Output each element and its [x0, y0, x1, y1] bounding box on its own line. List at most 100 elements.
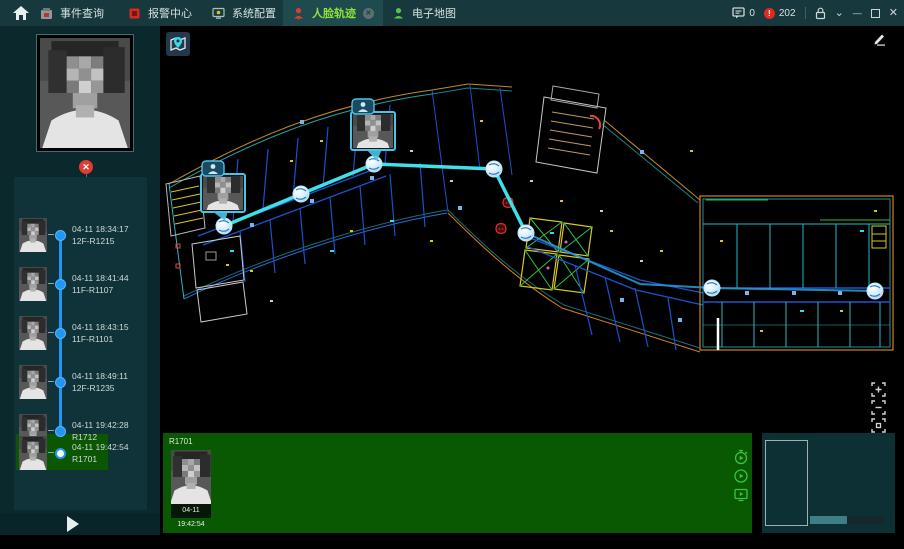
- connector: [48, 332, 54, 333]
- map-zoom-out-button[interactable]: [871, 400, 886, 415]
- system-config-icon: [212, 7, 225, 20]
- timeline-entry[interactable]: 04-11 18:43:15 11F-R1101: [14, 316, 147, 356]
- tab-label: 系统配置: [232, 5, 276, 21]
- room-label: R1701: [169, 437, 193, 446]
- application-window: 事件查询 报警中心 系统配置 人脸轨迹 ✕: [0, 0, 904, 549]
- topbar-status-cluster: 0 ! 202 ⌄ — ✕: [732, 0, 898, 26]
- map-node[interactable]: [867, 283, 883, 299]
- track-trajectory: [224, 164, 875, 291]
- alert-count: 202: [779, 8, 796, 19]
- map-node[interactable]: [366, 156, 382, 172]
- capture-time: 04-11 19:42:28: [72, 419, 129, 431]
- timeline-node-icon: [55, 328, 66, 339]
- map-pin-icon: [169, 35, 187, 53]
- playback-bar: [0, 513, 160, 535]
- tab-face-track[interactable]: 人脸轨迹 ✕: [283, 0, 383, 26]
- view-on-monitor-icon[interactable]: [733, 487, 749, 503]
- timeline-node-icon: [55, 448, 66, 459]
- close-button[interactable]: ✕: [889, 0, 898, 26]
- face-thumbnail: [19, 316, 47, 350]
- capture-location: 12F-R1235: [72, 382, 128, 394]
- message-icon: [732, 7, 745, 19]
- tab-system-config[interactable]: 系统配置: [212, 0, 276, 26]
- face-capture-popup[interactable]: [351, 99, 395, 161]
- target-portrait: [36, 34, 134, 152]
- face-thumbnail: [19, 218, 47, 252]
- edit-map-icon[interactable]: [872, 32, 886, 46]
- capture-location: 11F-R1107: [72, 284, 129, 296]
- track-sidebar: ✕ 04-11 18:34:17 12F-R1215 04-11 18:41:4…: [0, 26, 160, 535]
- divider: [805, 7, 806, 19]
- message-counter[interactable]: 0: [732, 7, 755, 19]
- connector: [48, 381, 54, 382]
- target-portrait-image: [40, 38, 130, 148]
- tab-close-icon[interactable]: ✕: [363, 8, 374, 19]
- replay-icon[interactable]: [733, 468, 749, 484]
- electronic-map-icon: [392, 7, 405, 20]
- timeline-entry-selected[interactable]: 04-11 19:42:54 R1701: [14, 436, 147, 476]
- tab-label: 电子地图: [412, 5, 456, 21]
- face-capture-popup[interactable]: [201, 161, 245, 221]
- timeline-entry[interactable]: 04-11 18:41:44 11F-R1107: [14, 267, 147, 307]
- chevron-down-icon[interactable]: ⌄: [835, 0, 844, 26]
- capture-detail-panel: R1701 04-11 19:42:54: [163, 433, 752, 533]
- maximize-button[interactable]: [871, 9, 880, 18]
- map-layers-button[interactable]: [166, 32, 190, 56]
- tab-label: 报警中心: [148, 5, 192, 21]
- capture-time: 04-11 18:41:44: [72, 272, 129, 284]
- preview-panel: [762, 433, 895, 533]
- preview-placeholder: [765, 440, 808, 526]
- tab-alarm-center[interactable]: 报警中心: [128, 0, 192, 26]
- lock-icon[interactable]: [815, 7, 826, 20]
- tab-label: 事件查询: [60, 5, 104, 21]
- event-query-icon: [40, 7, 53, 20]
- capture-time: 04-11 18:49:11: [72, 370, 128, 382]
- map-node[interactable]: [293, 186, 309, 202]
- tab-event-query[interactable]: 事件查询: [40, 0, 104, 26]
- top-bar: 事件查询 报警中心 系统配置 人脸轨迹 ✕: [0, 0, 904, 26]
- play-track-button[interactable]: [67, 516, 79, 532]
- map-node[interactable]: [518, 225, 534, 241]
- map-node[interactable]: [486, 161, 502, 177]
- home-icon[interactable]: [12, 5, 30, 21]
- horizontal-scrollbar[interactable]: [810, 516, 884, 524]
- map-node[interactable]: [704, 280, 720, 296]
- capture-time: 04-11 18:34:17: [72, 223, 129, 235]
- timeline-entry[interactable]: 04-11 18:49:11 12F-R1235: [14, 365, 147, 405]
- remove-target-button[interactable]: ✕: [79, 160, 93, 174]
- map-zoom-in-button[interactable]: [871, 382, 886, 397]
- map-reset-view-button[interactable]: [871, 418, 886, 433]
- timed-playback-icon[interactable]: [733, 449, 749, 465]
- alarm-center-icon: [128, 7, 141, 20]
- capture-location: R1701: [72, 453, 129, 465]
- alert-icon: !: [764, 8, 775, 19]
- capture-photo[interactable]: 04-11 19:42:54: [171, 450, 211, 518]
- timeline-node-icon: [55, 230, 66, 241]
- playback-tools: [733, 449, 749, 503]
- connector: [48, 234, 54, 235]
- bottom-margin: [0, 535, 904, 549]
- connector: [48, 452, 54, 453]
- capture-location: 12F-R1215: [72, 235, 129, 247]
- floor-plan-canvas[interactable]: [160, 26, 904, 430]
- face-thumbnail: [19, 267, 47, 301]
- map-node[interactable]: [216, 218, 232, 234]
- capture-photo-time: 04-11 19:42:54: [171, 504, 211, 518]
- tab-electronic-map[interactable]: 电子地图: [392, 0, 456, 26]
- face-track-icon: [292, 7, 305, 20]
- floor-plan: [166, 84, 893, 352]
- capture-time: 04-11 19:42:54: [72, 441, 129, 453]
- alert-counter[interactable]: ! 202: [764, 8, 796, 19]
- capture-time: 04-11 18:43:15: [72, 321, 129, 333]
- connector: [48, 283, 54, 284]
- connector: [48, 430, 54, 431]
- face-thumbnail: [19, 436, 47, 470]
- timeline-node-icon: [55, 279, 66, 290]
- timeline-entry[interactable]: 04-11 18:34:17 12F-R1215: [14, 218, 147, 258]
- face-thumbnail: [19, 365, 47, 399]
- scrollbar-thumb[interactable]: [810, 516, 847, 524]
- floor-map-area: [160, 26, 904, 430]
- tab-label: 人脸轨迹: [312, 5, 356, 21]
- minimize-button[interactable]: —: [853, 0, 862, 26]
- capture-location: 11F-R1101: [72, 333, 129, 345]
